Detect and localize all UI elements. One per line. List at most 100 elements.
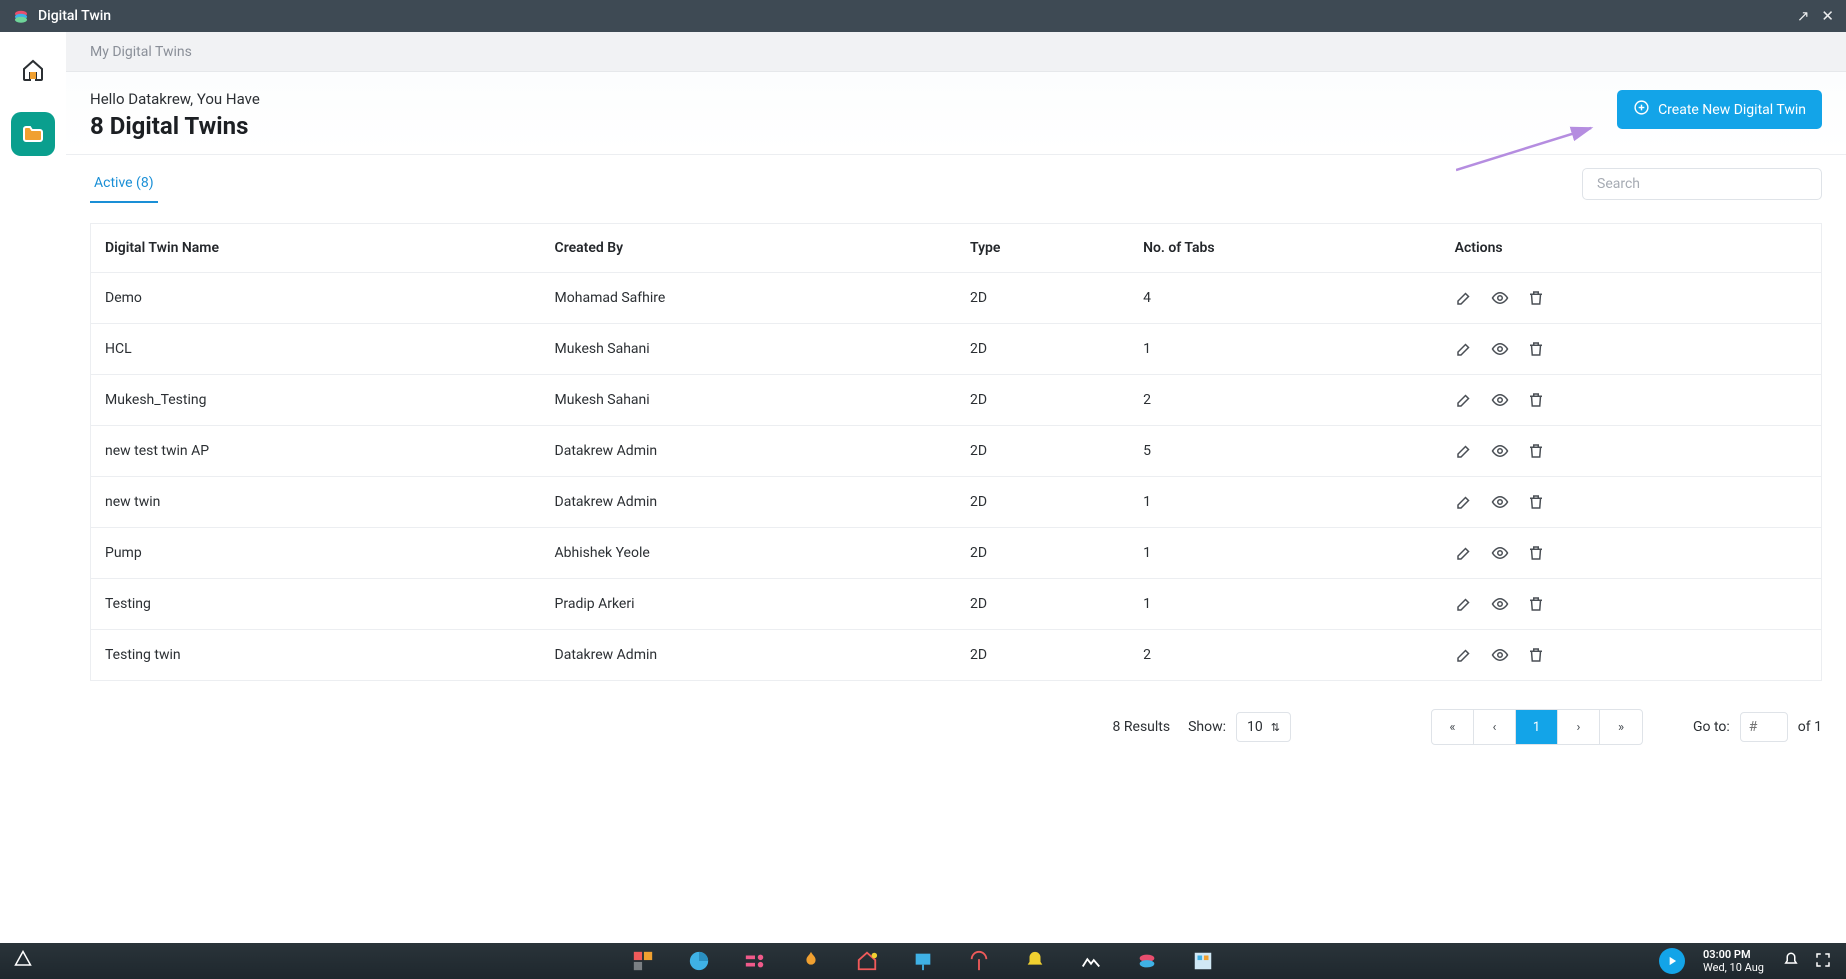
view-icon[interactable] [1491,544,1509,562]
cell-tabs: 2 [1129,375,1441,426]
cell-name: Demo [91,273,541,324]
taskbar-play-icon[interactable] [1659,948,1685,974]
taskbar-app-3-icon[interactable] [744,950,766,972]
page-size-select[interactable]: 10 ⇅ [1236,712,1291,742]
view-icon[interactable] [1491,289,1509,307]
col-header-type: Type [956,224,1129,273]
edit-icon[interactable] [1455,646,1473,664]
col-header-actions: Actions [1441,224,1822,273]
edit-icon[interactable] [1455,493,1473,511]
table-row: new twinDatakrew Admin2D1 [91,477,1822,528]
cell-creator: Datakrew Admin [541,426,956,477]
greeting-text: Hello Datakrew, You Have [90,90,260,108]
start-icon[interactable] [14,950,32,973]
taskbar-app-9-icon[interactable] [1080,950,1102,972]
edit-icon[interactable] [1455,442,1473,460]
delete-icon[interactable] [1527,493,1545,511]
delete-icon[interactable] [1527,595,1545,613]
edit-icon[interactable] [1455,544,1473,562]
view-icon[interactable] [1491,442,1509,460]
cell-actions [1441,324,1822,375]
fullscreen-icon[interactable] [1814,951,1832,972]
breadcrumb-text: My Digital Twins [90,44,192,60]
edit-icon[interactable] [1455,340,1473,358]
cell-tabs: 5 [1129,426,1441,477]
delete-icon[interactable] [1527,646,1545,664]
delete-icon[interactable] [1527,391,1545,409]
table-row: Mukesh_TestingMukesh Sahani2D2 [91,375,1822,426]
cell-name: Mukesh_Testing [91,375,541,426]
delete-icon[interactable] [1527,544,1545,562]
cell-name: new test twin AP [91,426,541,477]
taskbar-app-8-icon[interactable] [1024,950,1046,972]
taskbar-app-11-icon[interactable] [1192,950,1214,972]
page-prev[interactable]: ‹ [1474,710,1516,744]
delete-icon[interactable] [1527,289,1545,307]
clock-date: Wed, 10 Aug [1703,961,1764,974]
cell-actions [1441,477,1822,528]
left-rail [0,32,66,943]
window-close-icon[interactable]: ✕ [1821,7,1834,25]
taskbar-app-7-icon[interactable] [968,950,990,972]
taskbar-app-4-icon[interactable] [800,950,822,972]
goto-label: Go to: [1693,719,1730,735]
cell-creator: Abhishek Yeole [541,528,956,579]
cell-name: Testing twin [91,630,541,681]
view-icon[interactable] [1491,595,1509,613]
edit-icon[interactable] [1455,391,1473,409]
table-row: PumpAbhishek Yeole2D1 [91,528,1822,579]
tab-active[interactable]: Active (8) [90,165,158,203]
window-titlebar: Digital Twin ↗ ✕ [0,0,1846,32]
view-icon[interactable] [1491,493,1509,511]
cell-tabs: 2 [1129,630,1441,681]
create-button-label: Create New Digital Twin [1658,102,1806,118]
window-open-external-icon[interactable]: ↗ [1797,7,1810,25]
delete-icon[interactable] [1527,340,1545,358]
app-title: Digital Twin [12,7,111,25]
page-current[interactable]: 1 [1516,710,1558,744]
cell-tabs: 1 [1129,477,1441,528]
cell-actions [1441,528,1822,579]
table-row: DemoMohamad Safhire2D4 [91,273,1822,324]
edit-icon[interactable] [1455,595,1473,613]
cell-creator: Mohamad Safhire [541,273,956,324]
cell-name: new twin [91,477,541,528]
taskbar-clock: 03:00 PM Wed, 10 Aug [1703,948,1764,974]
taskbar-app-2-icon[interactable] [688,950,710,972]
page-next[interactable]: › [1558,710,1600,744]
view-icon[interactable] [1491,340,1509,358]
search-input[interactable] [1582,168,1822,200]
cell-type: 2D [956,528,1129,579]
table-row: HCLMukesh Sahani2D1 [91,324,1822,375]
rail-home[interactable] [11,48,55,92]
tab-active-label: Active (8) [94,175,154,191]
view-icon[interactable] [1491,391,1509,409]
plus-circle-icon [1633,99,1650,120]
clock-time: 03:00 PM [1703,948,1764,961]
taskbar-app-10-icon[interactable] [1136,950,1158,972]
cell-type: 2D [956,477,1129,528]
cell-actions [1441,273,1822,324]
view-icon[interactable] [1491,646,1509,664]
table-row: TestingPradip Arkeri2D1 [91,579,1822,630]
create-new-digital-twin-button[interactable]: Create New Digital Twin [1617,90,1822,129]
page-first[interactable]: « [1432,710,1474,744]
cell-actions [1441,630,1822,681]
table-row: Testing twinDatakrew Admin2D2 [91,630,1822,681]
goto-page-input[interactable] [1740,712,1788,742]
taskbar-app-5-icon[interactable] [856,950,878,972]
cell-type: 2D [956,579,1129,630]
notification-bell-icon[interactable] [1782,951,1800,972]
taskbar-app-1-icon[interactable] [632,950,654,972]
digital-twins-table: Digital Twin Name Created By Type No. of… [90,223,1822,681]
pagination: « ‹ 1 › » [1431,709,1643,745]
taskbar-app-6-icon[interactable] [912,950,934,972]
rail-folder[interactable] [11,112,55,156]
updown-icon: ⇅ [1271,722,1280,733]
page-last[interactable]: » [1600,710,1642,744]
edit-icon[interactable] [1455,289,1473,307]
os-taskbar: 03:00 PM Wed, 10 Aug [0,943,1846,979]
cell-actions [1441,579,1822,630]
cell-tabs: 1 [1129,579,1441,630]
delete-icon[interactable] [1527,442,1545,460]
